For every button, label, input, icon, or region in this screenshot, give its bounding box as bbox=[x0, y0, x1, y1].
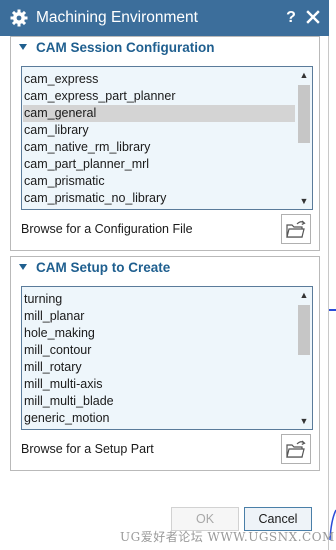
scroll-up-icon[interactable]: ▲ bbox=[296, 287, 312, 303]
ok-button[interactable]: OK bbox=[171, 507, 239, 531]
dialog-title: Machining Environment bbox=[36, 9, 198, 26]
session-config-list-item[interactable]: cam_general bbox=[23, 105, 295, 122]
session-config-list-item[interactable]: cam_prismatic_no_library bbox=[23, 190, 295, 207]
help-button[interactable]: ? bbox=[284, 8, 298, 28]
collapse-triangle-icon[interactable] bbox=[19, 44, 27, 50]
session-config-list-item[interactable]: cam_express bbox=[23, 71, 295, 88]
session-config-list[interactable]: cam_express cam_express_part_planner cam_g… bbox=[21, 66, 313, 210]
session-config-list-item[interactable]: cam_prismatic bbox=[23, 173, 295, 190]
session-config-list-item[interactable]: cam_express_part_planner bbox=[23, 88, 295, 105]
setup-list-item[interactable]: mill_contour bbox=[23, 342, 295, 359]
setup-list-item[interactable]: turning bbox=[23, 291, 295, 308]
scroll-thumb[interactable] bbox=[298, 85, 310, 143]
session-config-list-item[interactable]: cam_library bbox=[23, 122, 295, 139]
open-folder-icon bbox=[286, 440, 306, 458]
session-config-header[interactable]: CAM Session Configuration bbox=[11, 37, 319, 59]
session-config-list-item[interactable]: cam_native_rm_library bbox=[23, 139, 295, 156]
setup-list-item[interactable]: mill_planar bbox=[23, 308, 295, 325]
gear-icon bbox=[10, 9, 28, 27]
session-config-group: CAM Session Configuration cam_express cam… bbox=[10, 36, 320, 251]
setup-list-item[interactable]: generic_motion bbox=[23, 410, 295, 427]
machining-environment-dialog: Machining Environment ? CAM Session Conf… bbox=[0, 0, 329, 550]
background-graphics-line bbox=[329, 309, 336, 311]
open-folder-icon bbox=[286, 220, 306, 238]
browse-setup-label: Browse for a Setup Part bbox=[21, 442, 154, 456]
setup-group: CAM Setup to Create turning mill_planar ho… bbox=[10, 256, 320, 471]
browse-config-label: Browse for a Configuration File bbox=[21, 222, 193, 236]
browse-setup-button[interactable] bbox=[281, 434, 311, 464]
scroll-down-icon[interactable]: ▼ bbox=[296, 193, 312, 209]
browse-config-button[interactable] bbox=[281, 214, 311, 244]
forum-watermark: UG爱好者论坛 WWW.UGSNX.COM bbox=[120, 530, 335, 544]
setup-list[interactable]: turning mill_planar hole_making mill_contou… bbox=[21, 286, 313, 430]
scroll-up-icon[interactable]: ▲ bbox=[296, 67, 312, 83]
setup-list-item[interactable]: mill_multi-axis bbox=[23, 376, 295, 393]
scroll-down-icon[interactable]: ▼ bbox=[296, 413, 312, 429]
collapse-triangle-icon[interactable] bbox=[19, 264, 27, 270]
setup-list-item[interactable]: hole_making bbox=[23, 325, 295, 342]
setup-list-item[interactable]: mill_rotary bbox=[23, 359, 295, 376]
scroll-thumb[interactable] bbox=[298, 305, 310, 355]
close-icon[interactable] bbox=[305, 9, 321, 25]
setup-title: CAM Setup to Create bbox=[36, 260, 171, 275]
title-bar[interactable]: Machining Environment ? bbox=[0, 0, 329, 36]
setup-scrollbar[interactable]: ▲ ▼ bbox=[296, 287, 312, 429]
session-config-title: CAM Session Configuration bbox=[36, 40, 215, 55]
session-config-list-item[interactable]: cam_part_planner_mrl bbox=[23, 156, 295, 173]
setup-list-item[interactable]: mill_multi_blade bbox=[23, 393, 295, 410]
cancel-button[interactable]: Cancel bbox=[244, 507, 312, 531]
setup-header[interactable]: CAM Setup to Create bbox=[11, 257, 319, 279]
session-config-scrollbar[interactable]: ▲ ▼ bbox=[296, 67, 312, 209]
